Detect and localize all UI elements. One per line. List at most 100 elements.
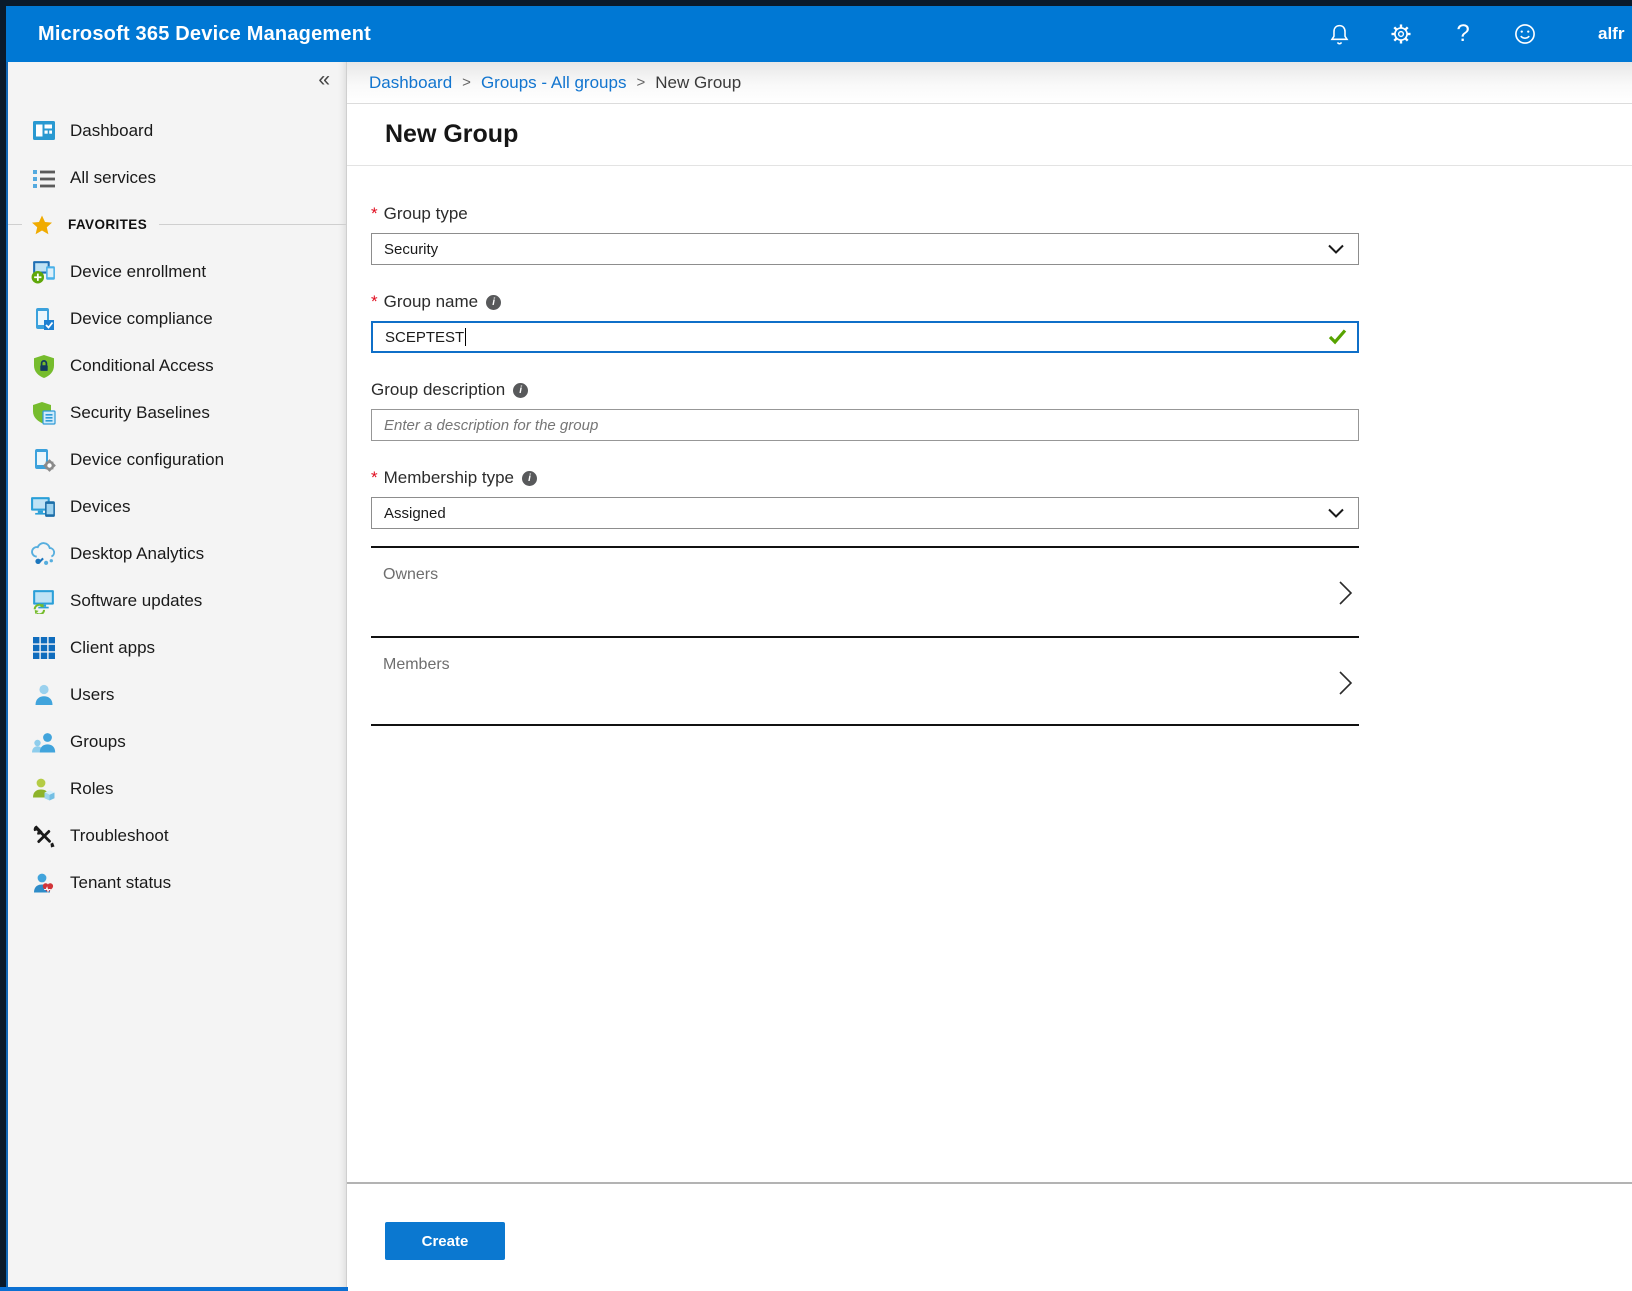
sidebar-item-tenant-status[interactable]: Tenant status <box>8 859 346 906</box>
user-name[interactable]: alfr <box>1598 24 1632 44</box>
sidebar-item-label: Software updates <box>70 591 202 611</box>
sidebar-item-device-configuration[interactable]: Device configuration <box>8 436 346 483</box>
breadcrumb-separator: > <box>462 74 471 91</box>
sidebar-item-groups[interactable]: Groups <box>8 718 346 765</box>
dashboard-icon <box>30 117 57 144</box>
sidebar-item-users[interactable]: Users <box>8 671 346 718</box>
sidebar-item-label: Desktop Analytics <box>70 544 204 564</box>
sidebar-item-conditional-access[interactable]: Conditional Access <box>8 342 346 389</box>
star-icon <box>28 211 55 238</box>
bottom-accent-strip <box>0 1287 348 1291</box>
breadcrumb-current: New Group <box>655 73 741 93</box>
footer-divider <box>347 1182 1632 1184</box>
sidebar-item-label: Device compliance <box>70 309 213 329</box>
group-name-value: SCEPTEST <box>385 329 464 346</box>
members-row[interactable]: Members <box>371 636 1359 726</box>
sidebar-item-client-apps[interactable]: Client apps <box>8 624 346 671</box>
favorites-label: FAVORITES <box>68 217 147 232</box>
group-name-input[interactable]: SCEPTEST <box>371 321 1359 353</box>
new-group-form: * Group type Security * Group name i SCE… <box>347 166 1359 726</box>
group-description-input[interactable] <box>371 409 1359 441</box>
info-icon[interactable]: i <box>522 471 537 486</box>
picker-section: Owners Members <box>371 546 1359 726</box>
device-enrollment-icon <box>30 258 57 285</box>
sidebar-item-label: Tenant status <box>70 873 171 893</box>
group-type-select[interactable]: Security <box>371 233 1359 265</box>
client-apps-icon <box>30 634 57 661</box>
sidebar-item-desktop-analytics[interactable]: Desktop Analytics <box>8 530 346 577</box>
group-name-label: * Group name i <box>371 292 1359 312</box>
tenant-status-icon <box>30 869 57 896</box>
sidebar-item-label: Client apps <box>70 638 155 658</box>
sidebar-item-software-updates[interactable]: Software updates <box>8 577 346 624</box>
chevron-right-icon <box>1338 580 1353 611</box>
group-type-label: * Group type <box>371 204 1359 224</box>
group-type-value: Security <box>384 241 438 258</box>
breadcrumb-separator: > <box>636 74 645 91</box>
feedback-smiley-icon[interactable] <box>1512 21 1538 47</box>
sidebar-item-dashboard[interactable]: Dashboard <box>8 107 346 154</box>
info-icon[interactable]: i <box>486 295 501 310</box>
membership-type-value: Assigned <box>384 505 446 522</box>
all-services-icon <box>30 164 57 191</box>
text-cursor <box>465 328 466 346</box>
sidebar-collapse-button[interactable]: « <box>318 69 330 90</box>
device-configuration-icon <box>30 446 57 473</box>
sidebar-item-troubleshoot[interactable]: Troubleshoot <box>8 812 346 859</box>
main-content: Dashboard > Groups - All groups > New Gr… <box>346 62 1632 1291</box>
app-title: Microsoft 365 Device Management <box>38 23 371 46</box>
sidebar-item-label: Conditional Access <box>70 356 214 376</box>
required-marker: * <box>371 292 378 312</box>
users-icon <box>30 681 57 708</box>
sidebar: « Dashboard All services FAVORITES <box>8 62 346 1287</box>
conditional-access-icon <box>30 352 57 379</box>
page-title: New Group <box>385 120 518 149</box>
sidebar-item-label: Users <box>70 685 114 705</box>
device-compliance-icon <box>30 305 57 332</box>
sidebar-item-label: All services <box>70 168 156 188</box>
breadcrumb: Dashboard > Groups - All groups > New Gr… <box>347 62 1632 104</box>
software-updates-icon <box>30 587 57 614</box>
sidebar-item-label: Device configuration <box>70 450 224 470</box>
sidebar-item-security-baselines[interactable]: Security Baselines <box>8 389 346 436</box>
owners-row[interactable]: Owners <box>371 546 1359 636</box>
required-marker: * <box>371 468 378 488</box>
roles-icon <box>30 775 57 802</box>
sidebar-list: Dashboard All services FAVORITES Device … <box>8 107 346 906</box>
sidebar-item-device-enrollment[interactable]: Device enrollment <box>8 248 346 295</box>
info-icon[interactable]: i <box>513 383 528 398</box>
chevron-right-icon <box>1338 670 1353 701</box>
sidebar-item-label: Device enrollment <box>70 262 206 282</box>
window-top-edge <box>0 0 1632 6</box>
sidebar-item-label: Groups <box>70 732 126 752</box>
sidebar-item-label: Dashboard <box>70 121 153 141</box>
sidebar-item-label: Troubleshoot <box>70 826 169 846</box>
owners-label: Owners <box>383 566 438 584</box>
sidebar-item-device-compliance[interactable]: Device compliance <box>8 295 346 342</box>
groups-icon <box>30 728 57 755</box>
troubleshoot-icon <box>30 822 57 849</box>
breadcrumb-dashboard-link[interactable]: Dashboard <box>369 73 452 93</box>
breadcrumb-groups-link[interactable]: Groups - All groups <box>481 73 627 93</box>
members-label: Members <box>383 656 450 674</box>
group-description-label: Group description i <box>371 380 1359 400</box>
create-button[interactable]: Create <box>385 1222 505 1260</box>
sidebar-item-roles[interactable]: Roles <box>8 765 346 812</box>
membership-type-select[interactable]: Assigned <box>371 497 1359 529</box>
favorites-header: FAVORITES <box>8 201 346 248</box>
sidebar-item-all-services[interactable]: All services <box>8 154 346 201</box>
valid-check-icon <box>1328 328 1347 350</box>
membership-type-label: * Membership type i <box>371 468 1359 488</box>
top-bar: Microsoft 365 Device Management ? <box>6 6 1632 62</box>
settings-gear-icon[interactable] <box>1388 21 1414 47</box>
devices-icon <box>30 493 57 520</box>
sidebar-item-label: Devices <box>70 497 130 517</box>
help-icon[interactable]: ? <box>1450 21 1476 47</box>
security-baselines-icon <box>30 399 57 426</box>
sidebar-item-devices[interactable]: Devices <box>8 483 346 530</box>
sidebar-accent-edge <box>6 62 8 1287</box>
sidebar-item-label: Roles <box>70 779 113 799</box>
notification-bell-icon[interactable] <box>1326 21 1352 47</box>
sidebar-item-label: Security Baselines <box>70 403 210 423</box>
blade-title-bar: New Group <box>347 104 1632 166</box>
